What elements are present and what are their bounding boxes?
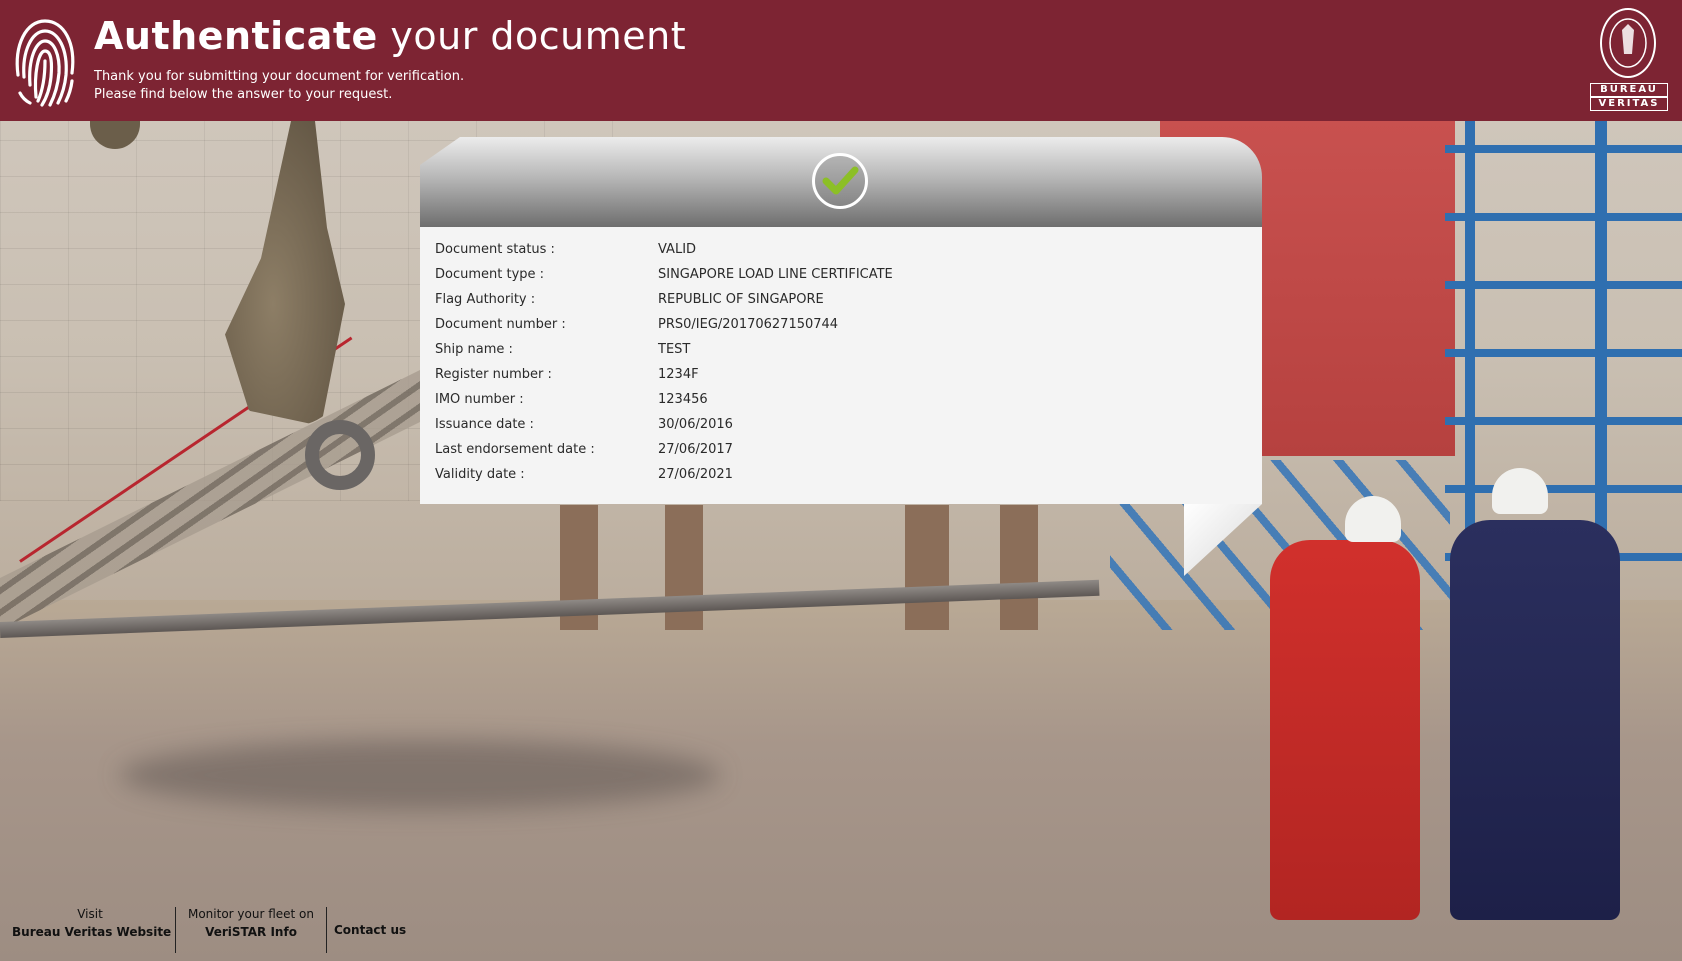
- header-subtitle: Thank you for submitting your document f…: [94, 68, 464, 104]
- field-value: 1234F: [658, 367, 699, 382]
- footer-divider: [175, 907, 176, 953]
- contact-label: Contact us: [334, 923, 407, 937]
- tyre: [305, 420, 375, 490]
- visit-website-link[interactable]: Visit Bureau Veritas Website: [12, 905, 172, 941]
- field-value: SINGAPORE LOAD LINE CERTIFICATE: [658, 267, 893, 282]
- field-label: Register number :: [435, 367, 552, 382]
- footer-divider: [326, 907, 327, 953]
- website-label: Bureau Veritas Website: [12, 925, 172, 939]
- page-title: Authenticate your document: [94, 12, 686, 60]
- field-label: IMO number :: [435, 392, 524, 407]
- pillar: [905, 505, 949, 630]
- field-label: Issuance date :: [435, 417, 534, 432]
- result-card: Document status : VALID Document type : …: [420, 227, 1262, 504]
- field-label: Validity date :: [435, 467, 525, 482]
- header-bar: Authenticate your document Thank you for…: [0, 0, 1682, 121]
- field-value: 27/06/2021: [658, 467, 733, 482]
- field-label: Document number :: [435, 317, 566, 332]
- seal-icon: [1600, 8, 1656, 78]
- worker-red: [1270, 540, 1420, 920]
- field-value: 27/06/2017: [658, 442, 733, 457]
- field-value: TEST: [658, 342, 691, 357]
- field-label: Document status :: [435, 242, 555, 257]
- field-value: 123456: [658, 392, 708, 407]
- field-value: REPUBLIC OF SINGAPORE: [658, 292, 824, 307]
- monitor-label: Monitor your fleet on: [187, 907, 315, 921]
- floor-stain: [120, 740, 720, 810]
- worker-blue: [1450, 520, 1620, 920]
- brand-text-line-1: BUREAU: [1590, 83, 1668, 97]
- contact-us-link[interactable]: Contact us: [334, 921, 407, 939]
- field-value: PRS0/IEG/20170627150744: [658, 317, 839, 332]
- pillar: [1000, 505, 1038, 630]
- subtitle-line-2: Please find below the answer to your req…: [94, 87, 393, 102]
- field-value: 30/06/2016: [658, 417, 733, 432]
- field-label: Last endorsement date :: [435, 442, 595, 457]
- visit-label: Visit: [77, 907, 103, 921]
- bureau-veritas-logo[interactable]: BUREAU VERITAS: [1588, 8, 1670, 112]
- field-label: Ship name :: [435, 342, 513, 357]
- field-label: Document type :: [435, 267, 545, 282]
- field-value: VALID: [658, 242, 697, 257]
- field-label: Flag Authority :: [435, 292, 536, 307]
- brand-text-line-2: VERITAS: [1590, 97, 1668, 111]
- title-rest: your document: [377, 14, 687, 58]
- subtitle-line-1: Thank you for submitting your document f…: [94, 69, 465, 84]
- veristar-label: VeriSTAR Info: [205, 925, 297, 939]
- title-strong: Authenticate: [94, 14, 378, 58]
- check-icon: [812, 153, 868, 209]
- fingerprint-icon: [15, 19, 75, 107]
- veristar-info-link[interactable]: Monitor your fleet on VeriSTAR Info: [184, 905, 318, 941]
